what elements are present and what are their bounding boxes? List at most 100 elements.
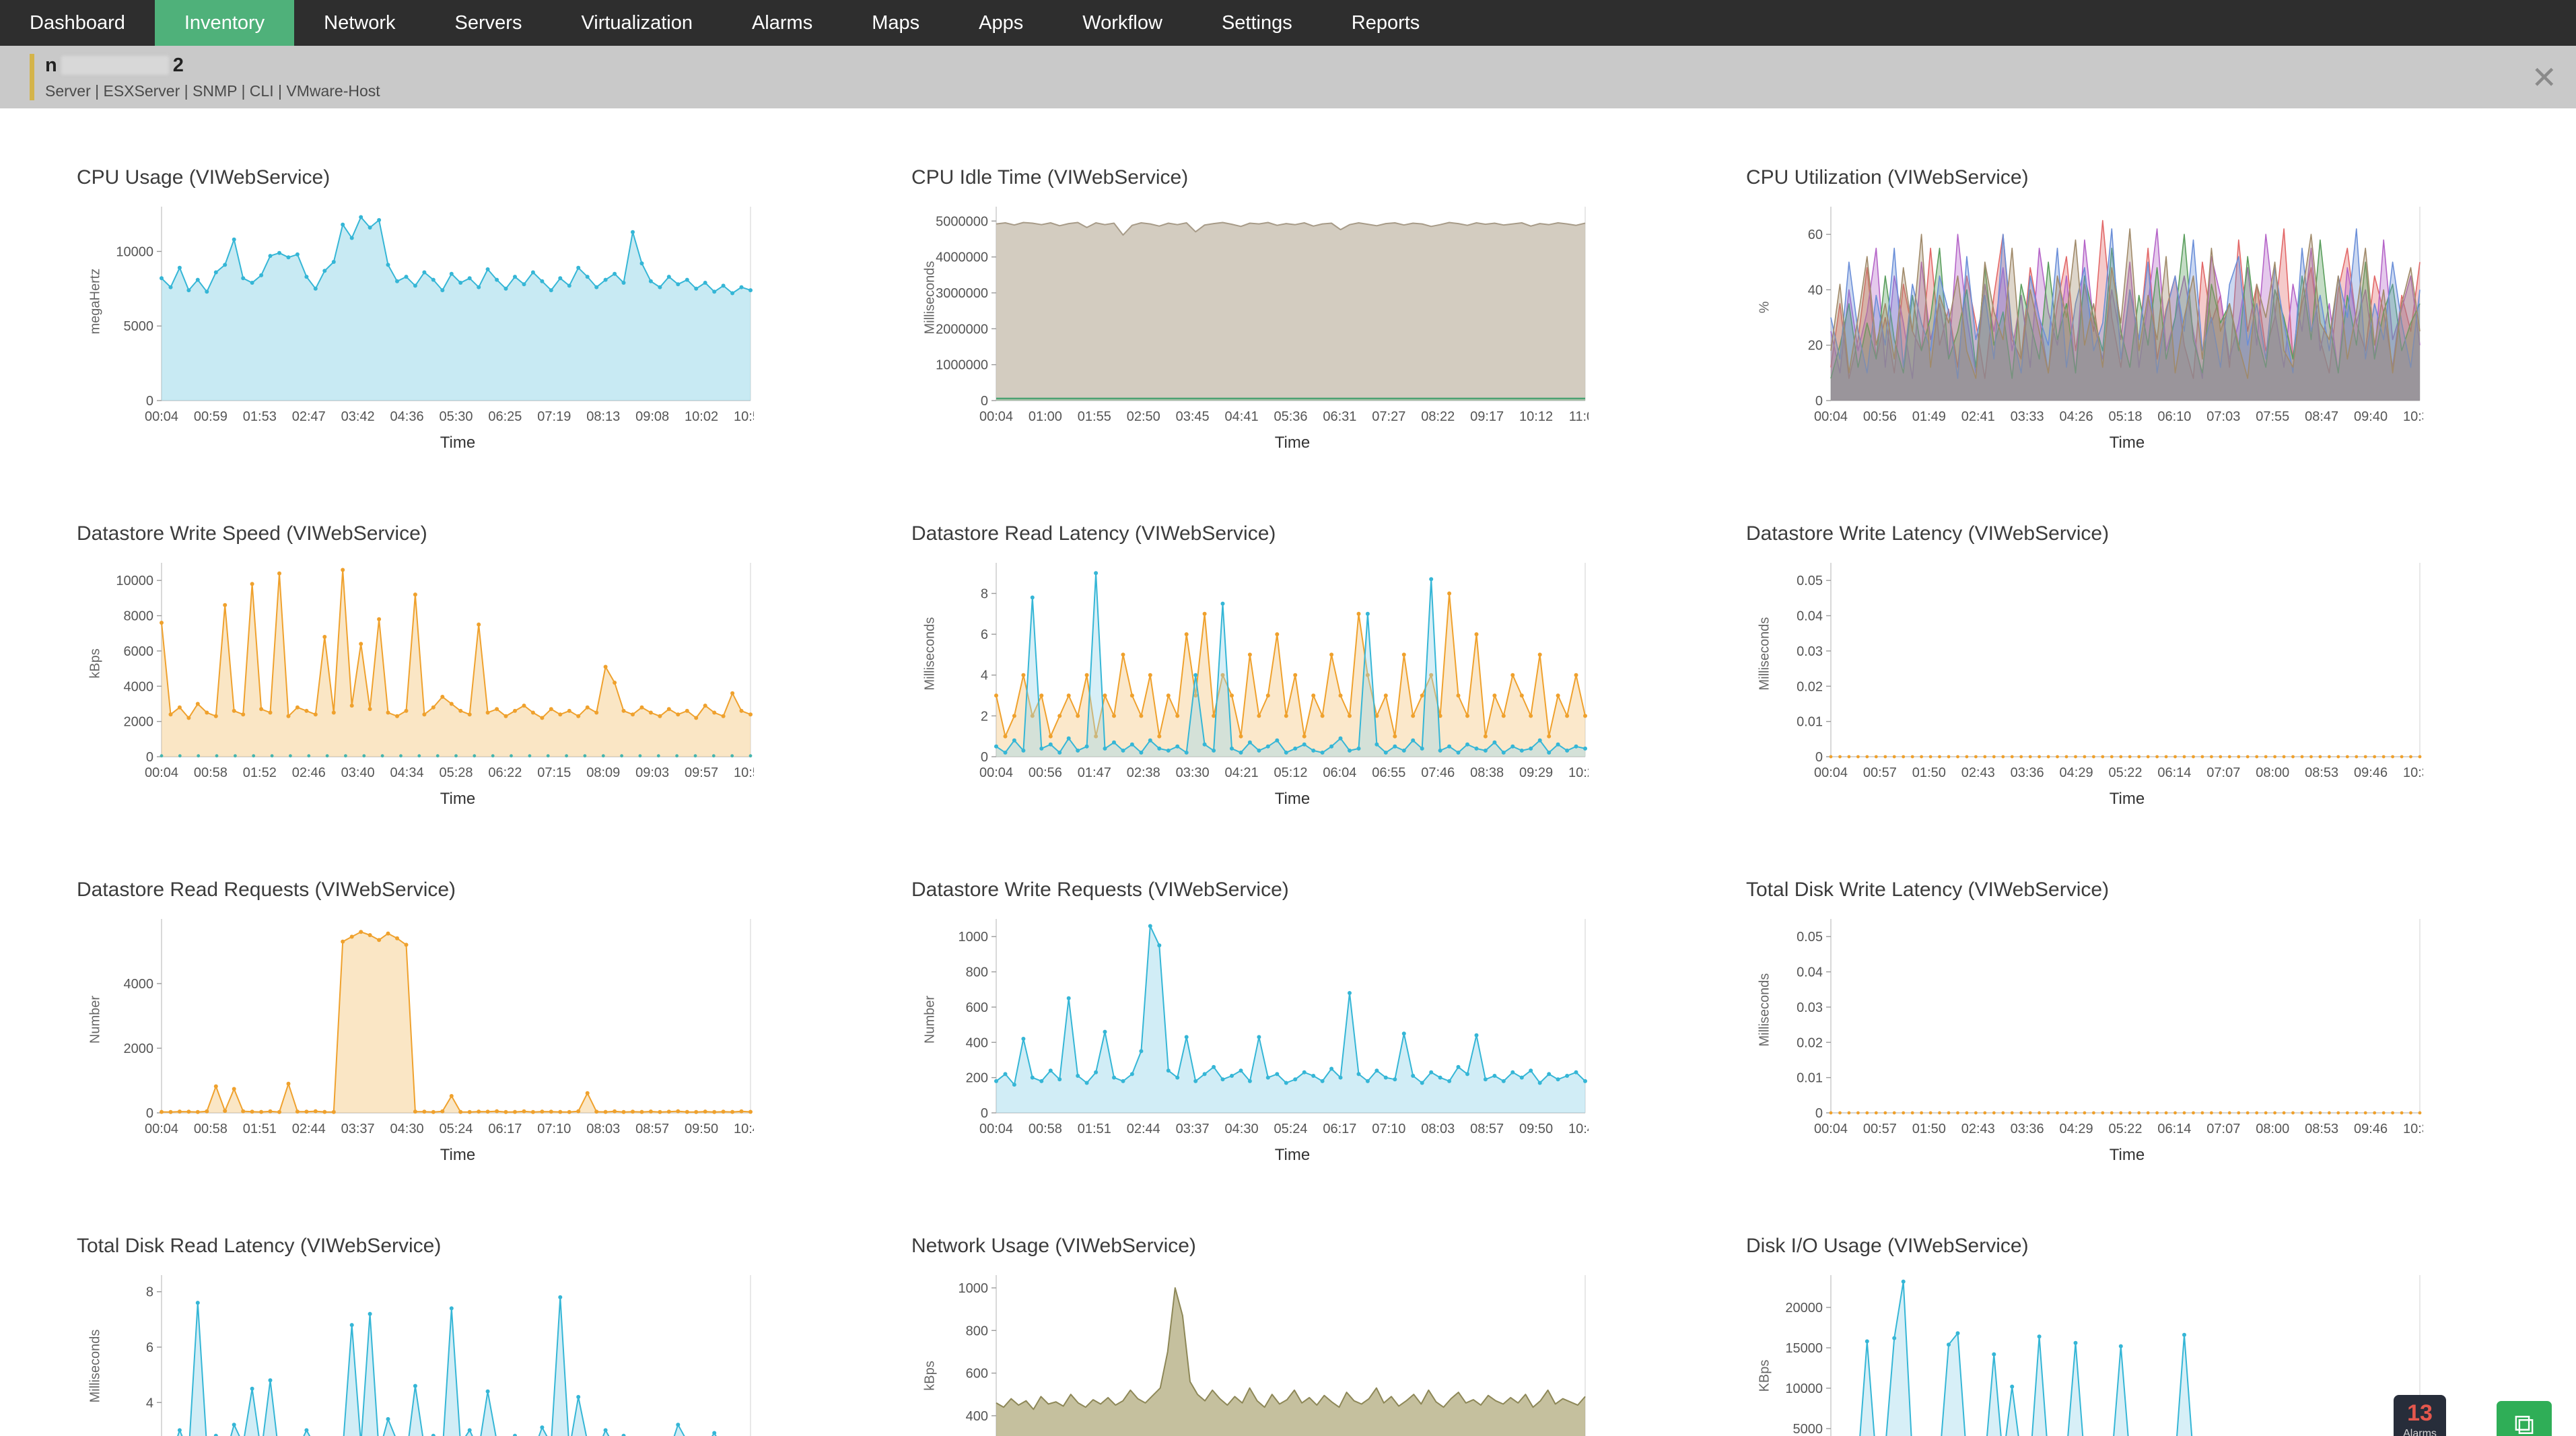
svg-text:1000: 1000 [959, 1281, 989, 1296]
chart-plot: 2004006008001000 [909, 1267, 1589, 1436]
chart-title: CPU Utilization (VIWebService) [1746, 166, 2538, 189]
nav-item-inventory[interactable]: Inventory [155, 0, 294, 46]
chart-body: kBps020004000600080001000000:0400:5801:5… [74, 555, 868, 787]
svg-text:08:47: 08:47 [2305, 409, 2338, 424]
svg-text:01:49: 01:49 [1912, 409, 1946, 424]
close-icon[interactable]: ✕ [2531, 62, 2557, 93]
svg-text:02:46: 02:46 [292, 765, 326, 780]
svg-text:03:37: 03:37 [341, 1122, 375, 1136]
svg-text:5000: 5000 [1793, 1422, 1823, 1436]
svg-text:8000: 8000 [124, 609, 154, 624]
y-axis-label: Milliseconds [923, 281, 938, 335]
chart-title: Total Disk Read Latency (VIWebService) [77, 1235, 868, 1258]
svg-text:10:39: 10:39 [2403, 765, 2423, 780]
svg-text:4000000: 4000000 [936, 250, 988, 265]
chart-card-2: CPU Utilization (VIWebService)%020406000… [1743, 166, 2538, 452]
chart-title: Datastore Write Requests (VIWebService) [911, 879, 1703, 901]
svg-text:20000: 20000 [1785, 1301, 1823, 1315]
svg-text:00:57: 00:57 [1863, 1122, 1897, 1136]
svg-text:3000000: 3000000 [936, 286, 988, 301]
svg-text:02:47: 02:47 [292, 409, 326, 424]
svg-text:02:43: 02:43 [1961, 765, 1995, 780]
chart-card-1: CPU Idle Time (VIWebService)Milliseconds… [909, 166, 1703, 452]
svg-text:09:17: 09:17 [1470, 409, 1504, 424]
y-axis-label: Milliseconds [1757, 993, 1773, 1047]
nav-item-workflow[interactable]: Workflow [1053, 0, 1192, 46]
svg-text:02:41: 02:41 [1961, 409, 1995, 424]
svg-text:06:25: 06:25 [488, 409, 522, 424]
svg-text:2000: 2000 [124, 715, 154, 730]
y-axis-label: Milliseconds [923, 637, 938, 691]
svg-text:07:03: 07:03 [2206, 409, 2240, 424]
svg-text:10000: 10000 [116, 574, 153, 588]
device-name-start: n [45, 55, 57, 77]
nav-item-alarms[interactable]: Alarms [722, 0, 842, 46]
svg-text:04:29: 04:29 [2060, 765, 2093, 780]
svg-text:06:17: 06:17 [1323, 1122, 1356, 1136]
svg-text:00:04: 00:04 [979, 765, 1013, 780]
svg-text:04:26: 04:26 [2060, 409, 2093, 424]
nav-item-servers[interactable]: Servers [425, 0, 552, 46]
alarm-badge[interactable]: 13 Alarms [2394, 1395, 2446, 1436]
chart-body: Milliseconds00.010.020.030.040.0500:0400… [1743, 911, 2538, 1143]
svg-text:0.04: 0.04 [1797, 965, 1823, 980]
x-axis-title: Time [1743, 1146, 2423, 1165]
svg-text:08:57: 08:57 [1470, 1122, 1504, 1136]
svg-text:07:27: 07:27 [1372, 409, 1405, 424]
svg-text:07:55: 07:55 [2256, 409, 2289, 424]
svg-text:00:59: 00:59 [194, 409, 228, 424]
svg-text:0: 0 [1815, 1106, 1823, 1121]
svg-text:05:12: 05:12 [1274, 765, 1307, 780]
svg-text:02:38: 02:38 [1127, 765, 1160, 780]
nav-item-reports[interactable]: Reports [1322, 0, 1450, 46]
svg-text:04:29: 04:29 [2060, 1122, 2093, 1136]
chart-title: CPU Usage (VIWebService) [77, 166, 868, 189]
y-axis-label: Number [88, 993, 104, 1047]
svg-text:08:22: 08:22 [1421, 409, 1455, 424]
svg-text:08:53: 08:53 [2305, 1122, 2338, 1136]
chart-body: kBps2004006008001000 [909, 1267, 1703, 1436]
nav-item-apps[interactable]: Apps [949, 0, 1053, 46]
svg-text:00:56: 00:56 [1863, 409, 1897, 424]
svg-text:0.05: 0.05 [1797, 574, 1823, 588]
svg-text:20: 20 [1808, 339, 1823, 353]
alarm-count: 13 [2394, 1400, 2446, 1427]
nav-item-maps[interactable]: Maps [842, 0, 949, 46]
device-name-redacted [61, 56, 169, 75]
svg-text:400: 400 [966, 1035, 988, 1050]
svg-text:04:30: 04:30 [1225, 1122, 1259, 1136]
svg-text:08:13: 08:13 [586, 409, 620, 424]
y-axis-label: Number [923, 993, 938, 1047]
chart-title: Disk I/O Usage (VIWebService) [1746, 1235, 2538, 1258]
x-axis-title: Time [909, 434, 1589, 452]
svg-text:09:57: 09:57 [685, 765, 718, 780]
svg-text:8: 8 [981, 586, 988, 601]
svg-text:06:55: 06:55 [1372, 765, 1405, 780]
svg-text:09:03: 09:03 [635, 765, 669, 780]
svg-text:08:57: 08:57 [635, 1122, 669, 1136]
svg-text:07:10: 07:10 [1372, 1122, 1405, 1136]
svg-text:0: 0 [146, 750, 153, 765]
fab-button[interactable]: ⧉ [2495, 1399, 2554, 1436]
svg-text:6000: 6000 [124, 644, 154, 659]
svg-text:09:50: 09:50 [1519, 1122, 1553, 1136]
svg-text:05:24: 05:24 [1274, 1122, 1307, 1136]
svg-text:03:30: 03:30 [1176, 765, 1210, 780]
nav-item-settings[interactable]: Settings [1192, 0, 1322, 46]
svg-text:00:04: 00:04 [1814, 1122, 1848, 1136]
svg-text:06:04: 06:04 [1323, 765, 1356, 780]
nav-item-dashboard[interactable]: Dashboard [0, 0, 155, 46]
svg-text:00:04: 00:04 [145, 765, 178, 780]
chart-plot: 02000400000:0400:5801:5102:4403:3704:300… [74, 911, 754, 1143]
nav-item-network[interactable]: Network [294, 0, 425, 46]
svg-text:01:51: 01:51 [1078, 1122, 1111, 1136]
svg-text:00:56: 00:56 [1029, 765, 1062, 780]
svg-text:00:58: 00:58 [1029, 1122, 1062, 1136]
nav-item-virtualization[interactable]: Virtualization [551, 0, 722, 46]
svg-text:08:03: 08:03 [586, 1122, 620, 1136]
svg-text:05:18: 05:18 [2108, 409, 2142, 424]
x-axis-title: Time [909, 790, 1589, 809]
svg-text:800: 800 [966, 965, 988, 980]
svg-text:09:08: 09:08 [635, 409, 669, 424]
x-axis-title: Time [1743, 790, 2423, 809]
